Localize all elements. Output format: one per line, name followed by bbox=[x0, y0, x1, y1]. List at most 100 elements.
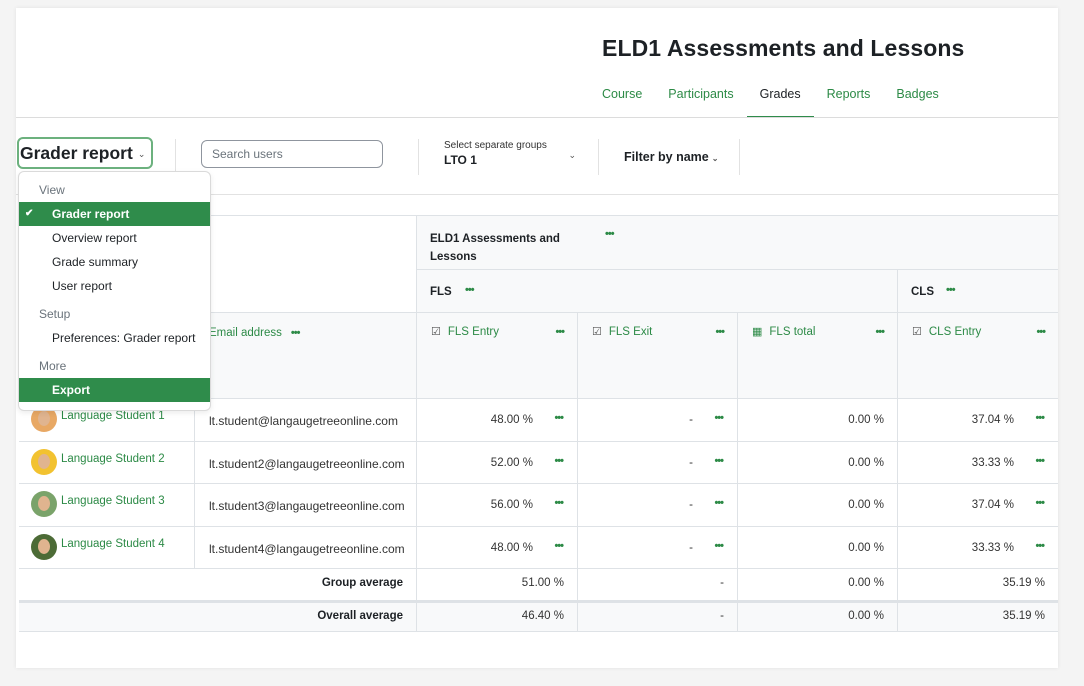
menu-item-overview-report[interactable]: Overview report bbox=[19, 226, 210, 250]
grade-actions-icon[interactable]: ••• bbox=[554, 412, 564, 424]
grade-actions-icon[interactable]: ••• bbox=[714, 540, 724, 552]
header-divider bbox=[16, 117, 1058, 118]
menu-item-preferences[interactable]: Preferences: Grader report bbox=[19, 326, 210, 350]
grade-actions-icon[interactable]: ••• bbox=[1035, 497, 1045, 509]
search-users-input[interactable] bbox=[201, 140, 383, 168]
report-selector[interactable]: Grader report ⌄ bbox=[17, 137, 153, 169]
avatar bbox=[31, 533, 57, 560]
grade-column-label[interactable]: FLS Exit bbox=[609, 326, 652, 338]
average-value: 0.00 % bbox=[848, 610, 884, 622]
grade-cell[interactable]: 48.00 % ••• bbox=[417, 399, 578, 442]
grade-value: 0.00 % bbox=[848, 499, 884, 511]
average-cell: 0.00 % bbox=[738, 601, 898, 632]
email-cell: lt.student@langaugetreeonline.com bbox=[195, 399, 417, 442]
toolbar-divider bbox=[418, 139, 419, 175]
average-value: 46.40 % bbox=[521, 610, 564, 622]
category-name: ELD1 Assessments and Lessons bbox=[430, 233, 560, 263]
email-column-header: Email address ••• bbox=[195, 313, 417, 399]
grade-cell[interactable]: 0.00 % bbox=[738, 399, 898, 442]
grade-cell[interactable]: - ••• bbox=[578, 441, 738, 484]
menu-item-label: Grader report bbox=[52, 207, 130, 221]
grade-cell[interactable]: 33.33 % ••• bbox=[898, 527, 1058, 569]
grade-actions-icon[interactable]: ••• bbox=[714, 412, 724, 424]
grade-cell[interactable]: 37.04 % ••• bbox=[898, 484, 1058, 527]
grade-cell[interactable]: - ••• bbox=[578, 399, 738, 442]
grade-cell[interactable]: 48.00 % ••• bbox=[417, 526, 578, 569]
email-header-label[interactable]: Email address bbox=[209, 327, 282, 339]
nav-grades[interactable]: Grades bbox=[746, 86, 814, 118]
column-actions-icon[interactable]: ••• bbox=[555, 326, 565, 338]
grade-actions-icon[interactable]: ••• bbox=[1035, 412, 1045, 424]
grade-cell[interactable]: 0.00 % bbox=[738, 526, 898, 569]
nav-course[interactable]: Course bbox=[602, 86, 655, 118]
subcategory-actions-icon[interactable]: ••• bbox=[946, 284, 956, 296]
toolbar-divider bbox=[739, 139, 740, 175]
grade-actions-icon[interactable]: ••• bbox=[714, 497, 724, 509]
check-icon: ✔ bbox=[25, 208, 34, 219]
grade-column-header: ☑ FLS Entry ••• bbox=[417, 313, 578, 399]
average-cell: - bbox=[578, 569, 738, 601]
table-row-student: Language Student 2 bbox=[19, 441, 195, 484]
student-name-link[interactable]: Language Student 2 bbox=[61, 453, 165, 465]
grade-value: 56.00 % bbox=[490, 499, 533, 511]
student-name-link[interactable]: Language Student 4 bbox=[61, 538, 165, 550]
grade-cell[interactable]: - ••• bbox=[578, 526, 738, 569]
nav-participants[interactable]: Participants bbox=[655, 86, 746, 118]
grade-column-label[interactable]: FLS Entry bbox=[448, 326, 499, 338]
nav-reports[interactable]: Reports bbox=[814, 86, 884, 118]
average-label: Group average bbox=[321, 577, 403, 589]
grade-value: 0.00 % bbox=[848, 414, 884, 426]
email-cell: lt.student4@langaugetreeonline.com bbox=[195, 526, 417, 569]
grade-cell[interactable]: 0.00 % bbox=[738, 441, 898, 484]
menu-item-grade-summary[interactable]: Grade summary bbox=[19, 250, 210, 274]
calculator-icon: ▦ bbox=[752, 326, 763, 338]
email-cell: lt.student3@langaugetreeonline.com bbox=[195, 484, 417, 527]
chevron-down-icon: ⌄ bbox=[137, 149, 146, 159]
average-value: - bbox=[720, 577, 724, 589]
average-row-label-cell: Overall average bbox=[19, 601, 417, 632]
grade-cell[interactable]: - ••• bbox=[578, 484, 738, 527]
group-selector[interactable]: Select separate groups LTO 1 ⌄ bbox=[444, 140, 576, 167]
category-actions-icon[interactable]: ••• bbox=[605, 228, 615, 240]
student-name-link[interactable]: Language Student 3 bbox=[61, 495, 165, 507]
nav-badges[interactable]: Badges bbox=[883, 86, 951, 118]
grade-column-label[interactable]: CLS Entry bbox=[929, 326, 981, 338]
column-actions-icon[interactable]: ••• bbox=[875, 326, 885, 338]
grade-cell[interactable]: 56.00 % ••• bbox=[417, 484, 578, 527]
grade-cell[interactable]: 37.04 % ••• bbox=[898, 399, 1058, 442]
average-cell: - bbox=[578, 601, 738, 632]
grade-cell[interactable]: 52.00 % ••• bbox=[417, 441, 578, 484]
toolbar-divider bbox=[175, 139, 176, 171]
toolbar-divider bbox=[598, 139, 599, 175]
grade-column-label[interactable]: FLS total bbox=[769, 326, 815, 338]
grade-actions-icon[interactable]: ••• bbox=[1035, 540, 1045, 552]
grade-actions-icon[interactable]: ••• bbox=[554, 497, 564, 509]
average-row-label-cell: Group average bbox=[19, 569, 417, 601]
menu-item-export[interactable]: Export bbox=[19, 378, 210, 402]
assignment-icon: ☑ bbox=[592, 326, 602, 338]
grade-actions-icon[interactable]: ••• bbox=[1035, 455, 1045, 467]
email-header-actions-icon[interactable]: ••• bbox=[291, 327, 301, 339]
student-email: lt.student2@langaugetreeonline.com bbox=[209, 456, 405, 471]
menu-item-grader-report[interactable]: ✔ Grader report bbox=[19, 202, 210, 226]
grade-value: - bbox=[689, 499, 693, 511]
grade-actions-icon[interactable]: ••• bbox=[554, 455, 564, 467]
subcategory-actions-icon[interactable]: ••• bbox=[465, 284, 475, 296]
grade-cell[interactable]: 33.33 % ••• bbox=[898, 442, 1058, 484]
table-row-student: Language Student 4 bbox=[19, 526, 195, 569]
grade-actions-icon[interactable]: ••• bbox=[554, 540, 564, 552]
student-name-link[interactable]: Language Student 1 bbox=[61, 410, 165, 422]
grade-actions-icon[interactable]: ••• bbox=[714, 455, 724, 467]
average-value: 35.19 % bbox=[1002, 610, 1045, 622]
filter-by-name-button[interactable]: Filter by name ⌄ bbox=[624, 150, 718, 164]
menu-item-user-report[interactable]: User report bbox=[19, 274, 210, 298]
grade-value: - bbox=[689, 541, 693, 554]
avatar bbox=[31, 491, 57, 517]
grade-cell[interactable]: 0.00 % bbox=[738, 484, 898, 527]
subcategory-header-cls: CLS ••• bbox=[898, 270, 1058, 313]
average-cell: 35.19 % bbox=[898, 569, 1058, 601]
column-actions-icon[interactable]: ••• bbox=[1036, 326, 1046, 338]
column-actions-icon[interactable]: ••• bbox=[715, 326, 725, 338]
grade-value: 37.04 % bbox=[971, 499, 1014, 511]
grade-value: - bbox=[689, 414, 693, 426]
